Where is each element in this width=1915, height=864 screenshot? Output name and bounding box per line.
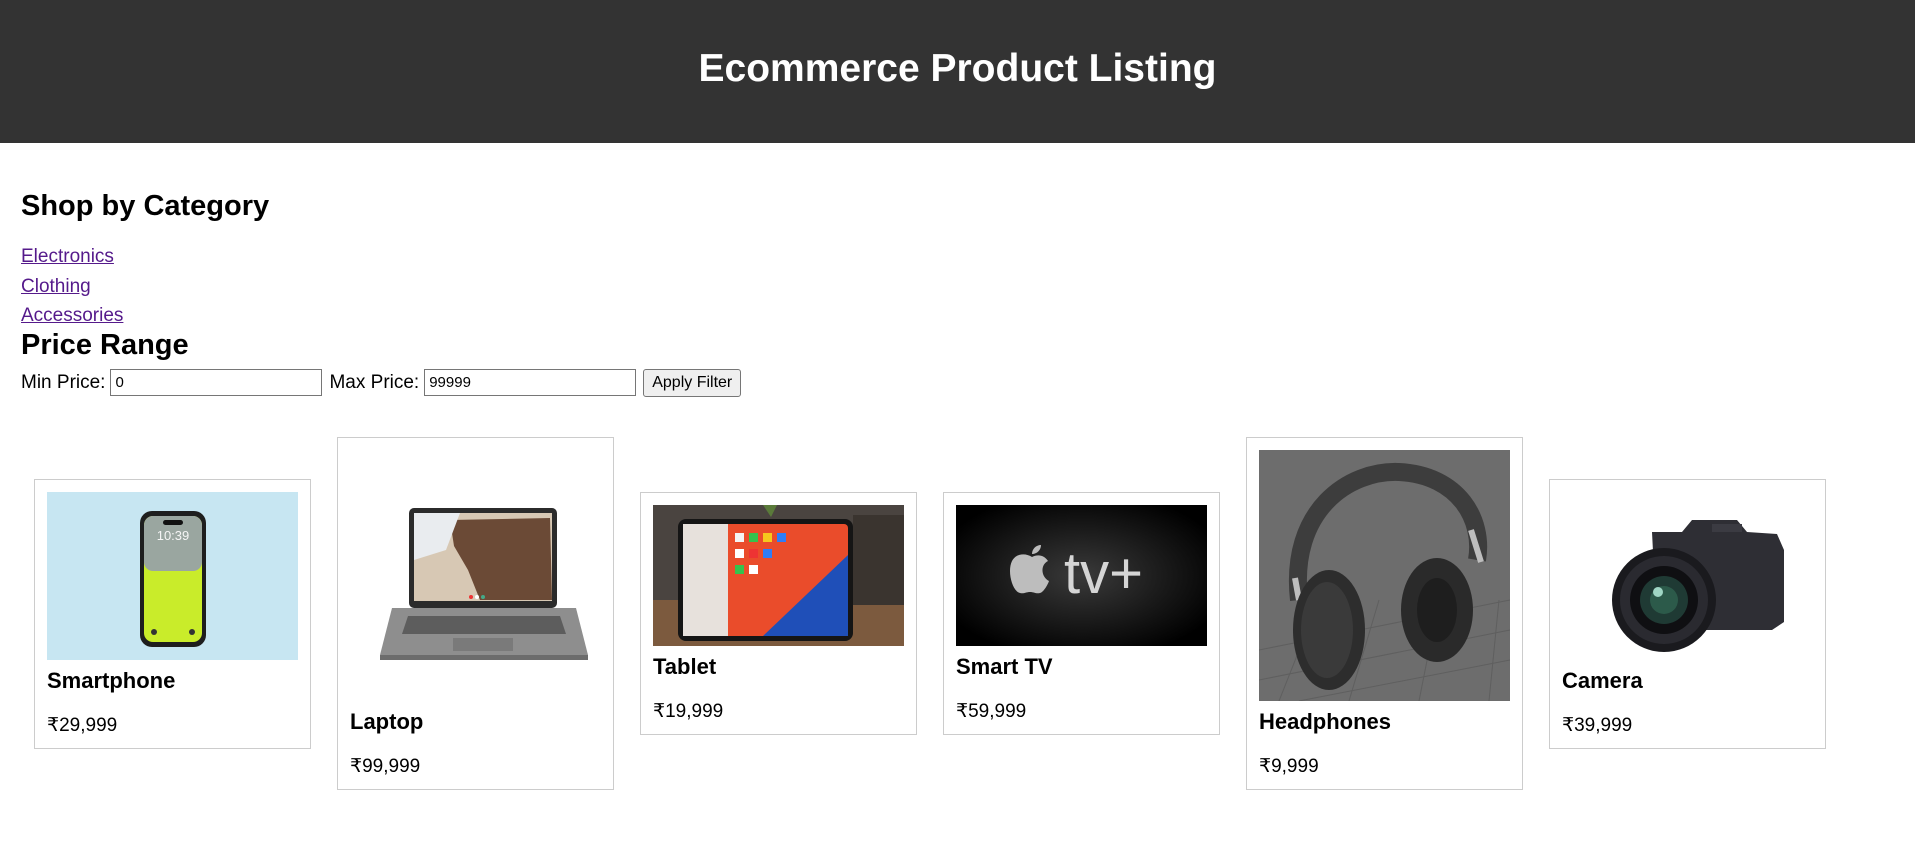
- product-price: ₹39,999: [1562, 714, 1633, 736]
- price-range-title: Price Range: [21, 328, 189, 361]
- tablet-image: [653, 505, 904, 646]
- product-name: Smart TV: [956, 654, 1053, 679]
- smartphone-image: 10:39: [47, 491, 298, 660]
- product-price: ₹29,999: [47, 714, 118, 736]
- category-link-accessories[interactable]: Accessories: [21, 301, 1894, 331]
- product-card[interactable]: Laptop ₹99,999: [337, 437, 614, 791]
- product-price: ₹9,999: [1259, 756, 1319, 778]
- max-price-label: Max Price:: [329, 371, 420, 393]
- site-header: Ecommerce Product Listing: [0, 0, 1915, 143]
- price-filter-form: Min Price: Max Price: Apply Filter: [21, 368, 1894, 397]
- category-section-title: Shop by Category: [21, 190, 270, 222]
- product-name: Laptop: [350, 709, 424, 734]
- min-price-input[interactable]: [110, 369, 323, 396]
- product-price: ₹59,999: [956, 701, 1027, 723]
- product-grid: 10:39 Smartphone ₹29,999 Laptop ₹99,999: [34, 437, 1826, 791]
- product-card[interactable]: 10:39 Smartphone ₹29,999: [34, 478, 311, 749]
- min-price-label: Min Price:: [21, 371, 106, 393]
- product-card[interactable]: tv+ Smart TV ₹59,999: [943, 492, 1220, 736]
- product-price: ₹19,999: [653, 701, 724, 723]
- product-name: Camera: [1562, 667, 1643, 693]
- max-price-input[interactable]: [424, 369, 637, 396]
- product-price: ₹99,999: [350, 756, 421, 778]
- laptop-image: [350, 450, 601, 701]
- apple-tv-image: tv+: [956, 505, 1207, 646]
- camera-image: [1562, 491, 1813, 660]
- product-name: Smartphone: [47, 667, 176, 693]
- svg-text:10:39: 10:39: [157, 528, 190, 543]
- svg-text:tv+: tv+: [1064, 541, 1143, 606]
- category-link-electronics[interactable]: Electronics: [21, 242, 1894, 272]
- headphones-image: [1259, 450, 1510, 701]
- category-link-clothing[interactable]: Clothing: [21, 272, 1894, 302]
- product-name: Headphones: [1259, 709, 1392, 734]
- apply-filter-button[interactable]: Apply Filter: [643, 368, 742, 397]
- product-card[interactable]: Tablet ₹19,999: [640, 492, 917, 736]
- product-card[interactable]: Headphones ₹9,999: [1246, 437, 1523, 791]
- page-title: Ecommerce Product Listing: [698, 46, 1217, 90]
- product-name: Tablet: [653, 654, 717, 679]
- main-content: Shop by Category Electronics Clothing Ac…: [0, 143, 1915, 397]
- category-list: Electronics Clothing Accessories: [21, 242, 1894, 331]
- product-card[interactable]: Camera ₹39,999: [1549, 478, 1826, 749]
